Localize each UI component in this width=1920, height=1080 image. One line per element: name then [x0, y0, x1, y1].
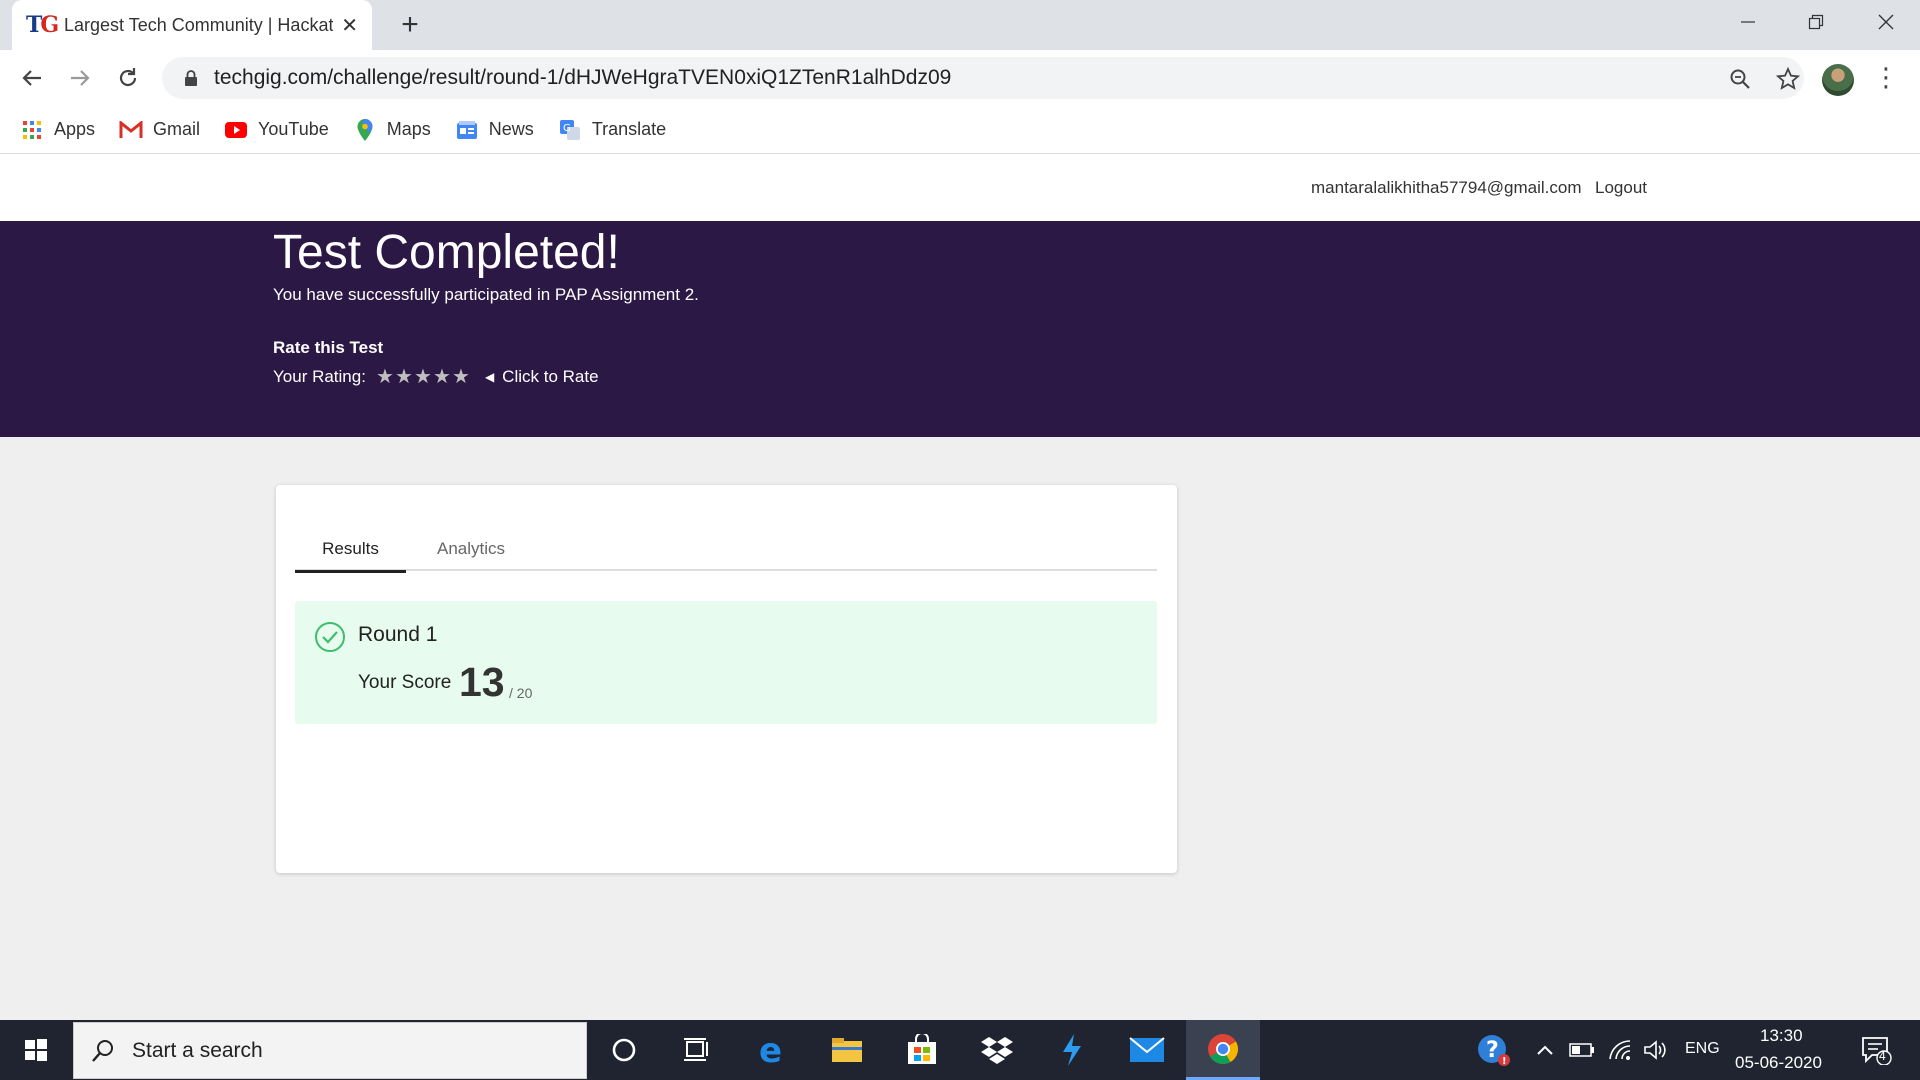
wifi-icon[interactable] — [1604, 1020, 1636, 1080]
news-icon — [455, 118, 479, 142]
svg-text:?: ? — [1486, 1038, 1499, 1063]
result-tabs: Results Analytics — [295, 539, 1157, 573]
url-text: techgig.com/challenge/result/round-1/dHJ… — [214, 66, 952, 89]
apps-grid-icon — [20, 118, 44, 142]
task-view-icon[interactable] — [660, 1020, 734, 1080]
star-icon[interactable]: ★ — [376, 367, 395, 387]
translate-icon: G — [558, 118, 582, 142]
check-circle-icon — [314, 621, 346, 653]
rating-stars[interactable]: ★ ★ ★ ★ ★ — [376, 367, 471, 387]
address-bar[interactable]: techgig.com/challenge/result/round-1/dHJ… — [162, 57, 1804, 99]
reload-icon[interactable] — [110, 60, 146, 96]
result-card: Results Analytics Round 1 Your Score 13 … — [276, 485, 1177, 873]
svg-text:!: ! — [1502, 1056, 1507, 1067]
windows-start-icon[interactable] — [0, 1020, 72, 1080]
rating-row: Your Rating: ★ ★ ★ ★ ★ ◀ Click to Rate — [273, 367, 599, 387]
help-icon[interactable]: ?! — [1466, 1020, 1522, 1080]
svg-text:e: e — [759, 1034, 782, 1066]
star-icon[interactable]: ★ — [414, 367, 433, 387]
star-icon[interactable]: ★ — [452, 367, 471, 387]
star-icon[interactable]: ★ — [433, 367, 452, 387]
close-tab-icon[interactable]: ✕ — [341, 13, 358, 38]
bookmark-maps[interactable]: Maps — [353, 118, 431, 142]
youtube-icon — [224, 118, 248, 142]
score-total: / 20 — [509, 685, 533, 701]
score-label: Your Score — [358, 672, 452, 693]
volume-icon[interactable] — [1640, 1020, 1672, 1080]
gmail-icon — [119, 118, 143, 142]
minimize-icon[interactable] — [1714, 0, 1782, 44]
tab-analytics[interactable]: Analytics — [425, 539, 517, 571]
bookmark-star-icon[interactable] — [1774, 65, 1802, 93]
clock-date[interactable]: 05-06-2020 — [1735, 1053, 1822, 1073]
techgig-favicon-icon: TG — [26, 12, 59, 38]
restore-icon[interactable] — [1782, 0, 1850, 44]
zoom-icon[interactable] — [1726, 65, 1754, 93]
file-explorer-icon[interactable] — [810, 1020, 884, 1080]
browser-tab-strip: TG Largest Tech Community | Hackat ✕ + — [0, 0, 1920, 50]
app-bolt-icon[interactable] — [1035, 1020, 1109, 1080]
forward-arrow-icon[interactable] — [62, 60, 98, 96]
notification-count: 4 — [1879, 1049, 1886, 1063]
browser-menu-icon[interactable]: ⋮ — [1873, 62, 1899, 93]
round-title: Round 1 — [358, 623, 438, 646]
language-indicator[interactable]: ENG — [1685, 1040, 1720, 1058]
taskbar-search[interactable]: Start a search — [73, 1022, 587, 1079]
page-title: Test Completed! — [273, 226, 620, 279]
store-icon[interactable] — [885, 1020, 959, 1080]
notification-icon[interactable]: 4 — [1848, 1020, 1904, 1080]
edge-browser-icon[interactable]: e — [735, 1020, 809, 1080]
cortana-icon[interactable] — [587, 1020, 661, 1080]
bookmark-gmail[interactable]: Gmail — [119, 118, 200, 142]
mail-icon[interactable] — [1110, 1020, 1184, 1080]
completion-message: You have successfully participated in PA… — [273, 285, 699, 304]
bookmark-translate[interactable]: G Translate — [558, 118, 666, 142]
bookmark-news[interactable]: News — [455, 118, 534, 142]
search-icon — [92, 1039, 113, 1062]
back-arrow-icon[interactable] — [14, 60, 50, 96]
clock-time[interactable]: 13:30 — [1760, 1026, 1803, 1046]
battery-icon[interactable] — [1566, 1020, 1598, 1080]
star-icon[interactable]: ★ — [395, 367, 414, 387]
windows-taskbar: Start a search e ?! ENG 13:30 05-06-2020… — [0, 1020, 1920, 1080]
maps-pin-icon — [353, 118, 377, 142]
browser-tab[interactable]: TG Largest Tech Community | Hackat ✕ — [12, 0, 372, 50]
dropbox-icon[interactable] — [960, 1020, 1034, 1080]
bookmark-youtube[interactable]: YouTube — [224, 118, 329, 142]
tab-title: Largest Tech Community | Hackat — [64, 14, 334, 35]
tab-results[interactable]: Results — [295, 539, 406, 573]
click-to-rate[interactable]: Click to Rate — [502, 367, 598, 387]
logout-link[interactable]: Logout — [1595, 178, 1647, 198]
user-email: mantaralalikhitha57794@gmail.com — [1311, 178, 1582, 197]
profile-avatar[interactable] — [1822, 64, 1854, 96]
svg-text:G: G — [563, 123, 571, 134]
new-tab-icon[interactable]: + — [393, 8, 427, 42]
bookmarks-bar: Apps Gmail YouTube Maps News G Translate — [0, 106, 1920, 154]
chevron-up-icon[interactable] — [1530, 1020, 1560, 1080]
lock-icon — [182, 69, 200, 87]
score-value: 13 — [459, 659, 505, 705]
completion-banner: Test Completed! You have successfully pa… — [0, 221, 1920, 437]
site-header: mantaralalikhitha57794@gmail.com Logout — [0, 154, 1920, 221]
bookmark-apps[interactable]: Apps — [20, 118, 95, 142]
round-result: Round 1 Your Score 13 / 20 — [295, 601, 1157, 724]
close-window-icon[interactable] — [1852, 0, 1920, 44]
caret-left-icon: ◀ — [484, 370, 495, 384]
rating-label: Your Rating: — [273, 367, 366, 386]
rate-heading: Rate this Test — [273, 338, 384, 357]
browser-toolbar: techgig.com/challenge/result/round-1/dHJ… — [0, 50, 1920, 106]
chrome-taskbar-icon[interactable] — [1186, 1020, 1260, 1080]
